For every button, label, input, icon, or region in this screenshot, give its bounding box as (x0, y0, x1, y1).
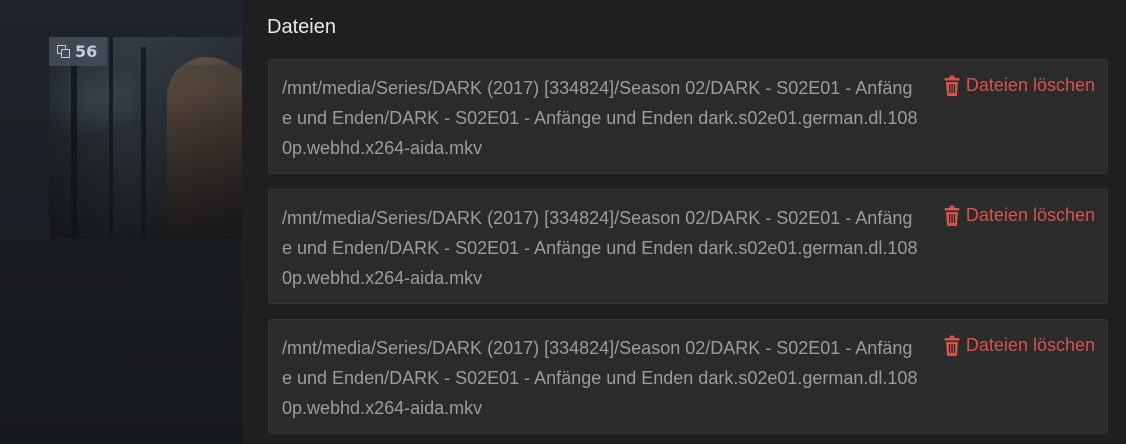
panel-title: Dateien (267, 16, 336, 38)
file-card: /mnt/media/Series/DARK (2017) [334824]/S… (268, 319, 1108, 434)
file-path: /mnt/media/Series/DARK (2017) [334824]/S… (282, 208, 918, 288)
file-path: /mnt/media/Series/DARK (2017) [334824]/S… (282, 78, 918, 158)
file-path: /mnt/media/Series/DARK (2017) [334824]/S… (282, 338, 918, 418)
delete-files-label: Dateien löschen (965, 335, 1095, 355)
file-card: /mnt/media/Series/DARK (2017) [334824]/S… (268, 59, 1108, 174)
delete-files-label: Dateien löschen (965, 75, 1095, 95)
trash-icon (944, 335, 960, 356)
files-panel: Dateien /mnt/media/Series/DARK (2017) [3… (242, 0, 1126, 444)
version-count-badge: 56 (49, 37, 108, 66)
trash-icon (944, 75, 960, 96)
version-count: 56 (75, 42, 98, 61)
delete-files-button[interactable]: Dateien löschen (944, 205, 1095, 226)
file-card: /mnt/media/Series/DARK (2017) [334824]/S… (268, 189, 1108, 304)
thumbnail-shade (49, 37, 242, 239)
delete-files-button[interactable]: Dateien löschen (944, 335, 1095, 356)
copy-icon (57, 45, 70, 58)
episode-thumbnail[interactable] (49, 37, 242, 239)
delete-files-button[interactable]: Dateien löschen (944, 75, 1095, 96)
delete-files-label: Dateien löschen (965, 205, 1095, 225)
app-stage: 56 Dateien /mnt/media/Series/DARK (2017)… (0, 0, 1126, 444)
trash-icon (944, 205, 960, 226)
